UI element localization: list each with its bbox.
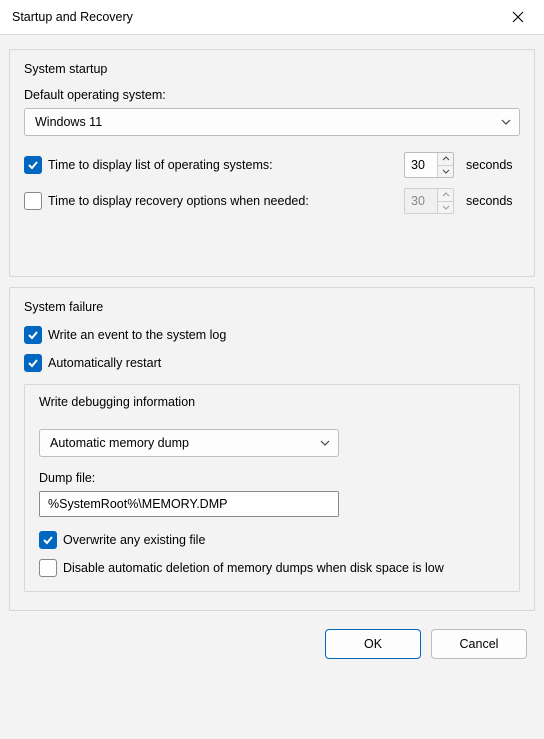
ok-button-label: OK [364,637,382,651]
auto-restart-checkbox[interactable] [24,354,42,372]
system-startup-group: System startup Default operating system:… [9,49,535,277]
system-startup-label: System startup [24,62,520,76]
ok-button[interactable]: OK [325,629,421,659]
default-os-label: Default operating system: [24,88,520,102]
dump-type-value: Automatic memory dump [50,436,189,450]
dump-file-label: Dump file: [39,471,505,485]
display-recovery-value: 30 [405,189,437,213]
display-os-list-checkbox[interactable] [24,156,42,174]
disable-auto-delete-label[interactable]: Disable automatic deletion of memory dum… [63,561,505,575]
display-recovery-checkbox[interactable] [24,192,42,210]
dump-type-dropdown[interactable]: Automatic memory dump [39,429,339,457]
chevron-up-icon [442,156,450,161]
spinner-down-button[interactable] [438,166,453,178]
system-failure-label: System failure [24,300,520,314]
auto-restart-row: Automatically restart [24,354,520,372]
write-event-row: Write an event to the system log [24,326,520,344]
titlebar: Startup and Recovery [0,0,544,35]
auto-restart-label[interactable]: Automatically restart [48,356,161,370]
check-icon [27,357,39,369]
window-title: Startup and Recovery [12,10,502,24]
display-recovery-spinner: 30 [404,188,454,214]
overwrite-label[interactable]: Overwrite any existing file [63,533,205,547]
content-pane: System startup Default operating system:… [0,35,544,739]
disable-auto-delete-checkbox[interactable] [39,559,57,577]
display-os-list-row: Time to display list of operating system… [24,152,520,178]
close-button[interactable] [502,1,534,33]
check-icon [27,329,39,341]
default-os-dropdown[interactable]: Windows 11 [24,108,520,136]
dump-file-value: %SystemRoot%\MEMORY.DMP [48,497,227,511]
spinner-up-button[interactable] [438,153,453,166]
spinner-up-button [438,189,453,202]
chevron-down-icon [442,169,450,174]
check-icon [42,534,54,546]
write-event-checkbox[interactable] [24,326,42,344]
overwrite-row: Overwrite any existing file [39,531,505,549]
display-os-list-spinner[interactable]: 30 [404,152,454,178]
overwrite-checkbox[interactable] [39,531,57,549]
display-recovery-unit: seconds [466,194,520,208]
check-icon [27,159,39,171]
close-icon [512,11,524,23]
dialog-button-row: OK Cancel [9,621,535,659]
system-failure-group: System failure Write an event to the sys… [9,287,535,611]
chevron-down-icon [320,440,330,446]
chevron-up-icon [442,192,450,197]
debug-info-group: Write debugging information Automatic me… [24,384,520,592]
cancel-button[interactable]: Cancel [431,629,527,659]
dump-file-input[interactable]: %SystemRoot%\MEMORY.DMP [39,491,339,517]
display-recovery-label[interactable]: Time to display recovery options when ne… [48,194,348,208]
cancel-button-label: Cancel [460,637,499,651]
disable-auto-delete-row: Disable automatic deletion of memory dum… [39,559,505,577]
display-os-list-unit: seconds [466,158,520,172]
display-os-list-value: 30 [405,153,437,177]
chevron-down-icon [501,119,511,125]
spinner-down-button [438,202,453,214]
write-event-label[interactable]: Write an event to the system log [48,328,226,342]
display-recovery-row: Time to display recovery options when ne… [24,188,520,214]
display-os-list-label[interactable]: Time to display list of operating system… [48,158,348,172]
chevron-down-icon [442,205,450,210]
debug-info-label: Write debugging information [39,395,505,409]
default-os-value: Windows 11 [35,115,102,129]
